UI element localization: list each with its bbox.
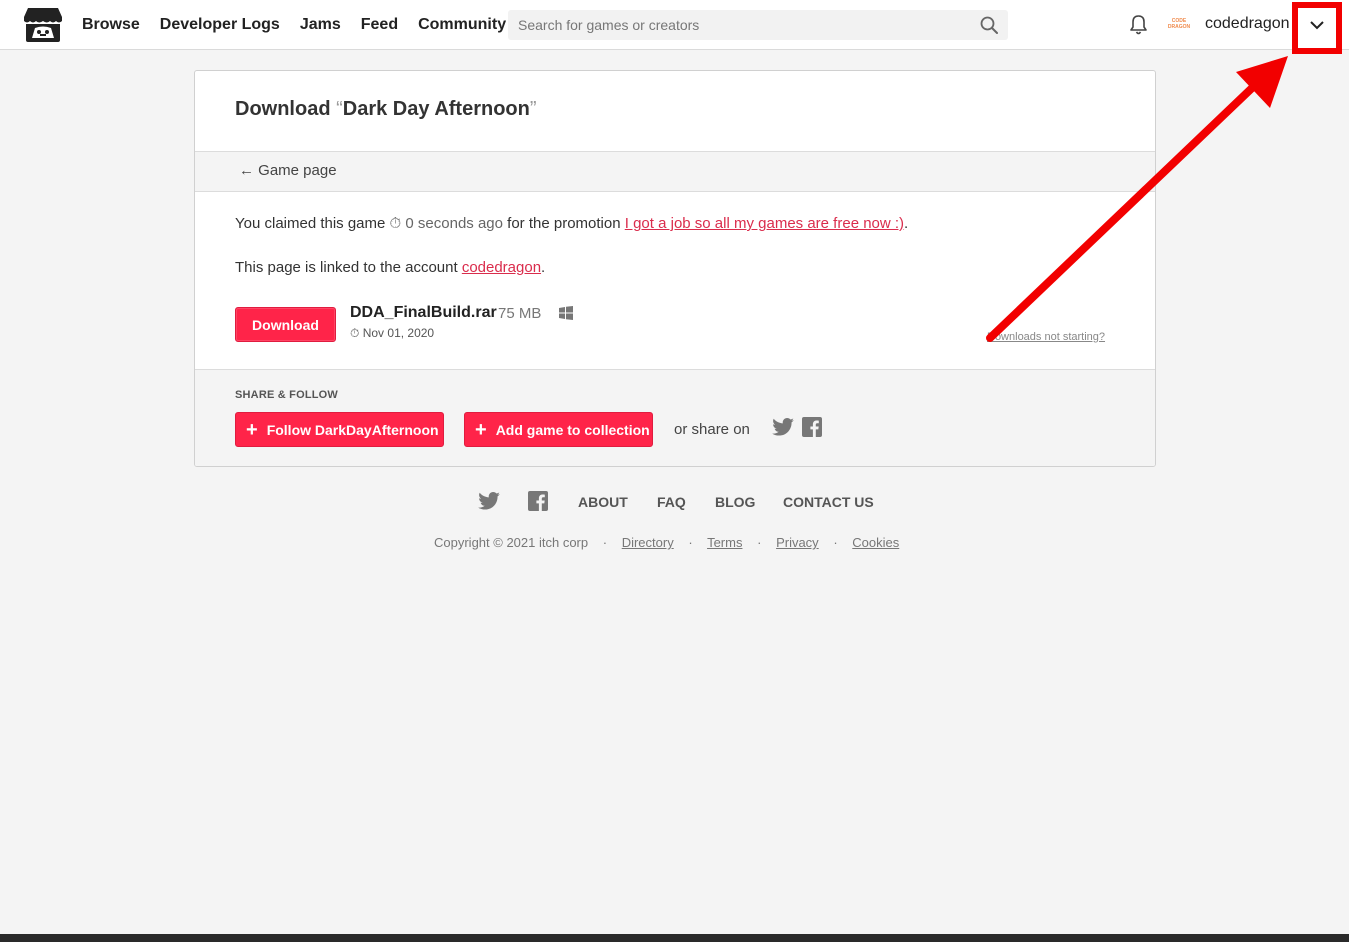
chevron-down-icon bbox=[1310, 21, 1324, 30]
plus-icon: + bbox=[475, 418, 487, 441]
facebook-icon[interactable] bbox=[802, 417, 822, 437]
footer-faq-link[interactable]: FAQ bbox=[657, 494, 686, 510]
separator: · bbox=[833, 535, 838, 550]
twitter-icon[interactable] bbox=[478, 492, 500, 510]
copyright-text: Copyright © 2021 itch corp bbox=[434, 535, 589, 550]
claim-end: . bbox=[904, 215, 909, 232]
twitter-icon[interactable] bbox=[772, 418, 794, 436]
bell-icon[interactable] bbox=[1128, 14, 1149, 36]
downloads-not-starting-link[interactable]: Downloads not starting? bbox=[987, 331, 1105, 343]
account-info: This page is linked to the account coded… bbox=[235, 259, 545, 276]
page-title: Download “Dark Day Afternoon” bbox=[235, 98, 537, 121]
share-heading: SHARE & FOLLOW bbox=[235, 389, 339, 401]
top-header: Browse Developer Logs Jams Feed Communit… bbox=[0, 0, 1349, 54]
claim-time: 0 seconds ago bbox=[405, 215, 503, 232]
account-prefix: This page is linked to the account bbox=[235, 259, 458, 276]
avatar[interactable]: CODE DRAGON bbox=[1166, 13, 1192, 37]
user-dropdown-button[interactable] bbox=[1292, 2, 1342, 54]
stopwatch-icon: ⏱ bbox=[389, 215, 402, 232]
file-date-icon: ⏱ bbox=[350, 326, 360, 340]
footer-cookies-link[interactable]: Cookies bbox=[852, 535, 899, 550]
claim-prefix: You claimed this game bbox=[235, 215, 386, 232]
card-nav-bar: ← Game page bbox=[195, 151, 1155, 192]
game-title: Dark Day Afternoon bbox=[342, 98, 530, 120]
share-text: or share on bbox=[674, 421, 750, 438]
nav-browse[interactable]: Browse bbox=[82, 16, 140, 34]
title-open-quote: “ bbox=[336, 98, 343, 120]
download-button[interactable]: Download bbox=[235, 307, 336, 342]
search-icon[interactable] bbox=[980, 16, 998, 34]
facebook-icon[interactable] bbox=[528, 491, 548, 511]
nav-developer-logs[interactable]: Developer Logs bbox=[160, 16, 280, 34]
footer-about-link[interactable]: ABOUT bbox=[578, 494, 628, 510]
main-nav: Browse Developer Logs Jams Feed Communit… bbox=[82, 0, 526, 50]
account-end: . bbox=[541, 259, 546, 276]
file-date-text: Nov 01, 2020 bbox=[362, 326, 435, 340]
share-follow-section: SHARE & FOLLOW + Follow DarkDayAfternoon … bbox=[195, 369, 1155, 466]
title-close-quote: ” bbox=[529, 98, 537, 120]
claim-info: You claimed this game ⏱ 0 seconds ago fo… bbox=[235, 215, 908, 232]
game-page-label: Game page bbox=[258, 162, 337, 179]
search-input[interactable] bbox=[508, 10, 968, 40]
nav-community[interactable]: Community bbox=[418, 16, 506, 34]
file-size: 75 MB bbox=[498, 305, 542, 322]
search-bar bbox=[508, 10, 1008, 40]
plus-icon: + bbox=[246, 418, 258, 441]
file-name: DDA_FinalBuild.rar bbox=[350, 304, 497, 321]
footer-terms-link[interactable]: Terms bbox=[707, 535, 742, 550]
footer-privacy-link[interactable]: Privacy bbox=[776, 535, 819, 550]
title-prefix: Download bbox=[235, 98, 337, 120]
download-card: Download “Dark Day Afternoon” ← Game pag… bbox=[194, 70, 1156, 467]
copyright-row: Copyright © 2021 itch corp · Directory ·… bbox=[434, 535, 899, 550]
separator: · bbox=[688, 535, 693, 550]
bottom-taskbar-strip bbox=[0, 934, 1349, 942]
follow-label: Follow DarkDayAfternoon bbox=[266, 421, 439, 438]
footer-directory-link[interactable]: Directory bbox=[622, 535, 674, 550]
back-arrow-icon: ← bbox=[239, 162, 254, 179]
separator: · bbox=[602, 535, 608, 550]
footer-contact-link[interactable]: CONTACT US bbox=[783, 494, 874, 510]
separator: · bbox=[757, 535, 762, 550]
follow-button[interactable]: + Follow DarkDayAfternoon bbox=[235, 412, 444, 447]
promotion-link[interactable]: I got a job so all my games are free now… bbox=[625, 215, 904, 232]
nav-jams[interactable]: Jams bbox=[300, 16, 341, 34]
file-date: ⏱ Nov 01, 2020 bbox=[350, 326, 434, 341]
footer-blog-link[interactable]: BLOG bbox=[715, 494, 755, 510]
game-page-link[interactable]: ← Game page bbox=[239, 162, 337, 179]
windows-icon bbox=[559, 306, 573, 320]
account-link[interactable]: codedragon bbox=[462, 259, 541, 276]
claim-middle: for the promotion bbox=[507, 215, 621, 232]
itch-logo-icon[interactable] bbox=[23, 7, 63, 43]
add-to-collection-button[interactable]: + Add game to collection bbox=[464, 412, 653, 447]
nav-feed[interactable]: Feed bbox=[361, 16, 398, 34]
collection-label: Add game to collection bbox=[495, 421, 650, 438]
username[interactable]: codedragon bbox=[1205, 15, 1290, 33]
